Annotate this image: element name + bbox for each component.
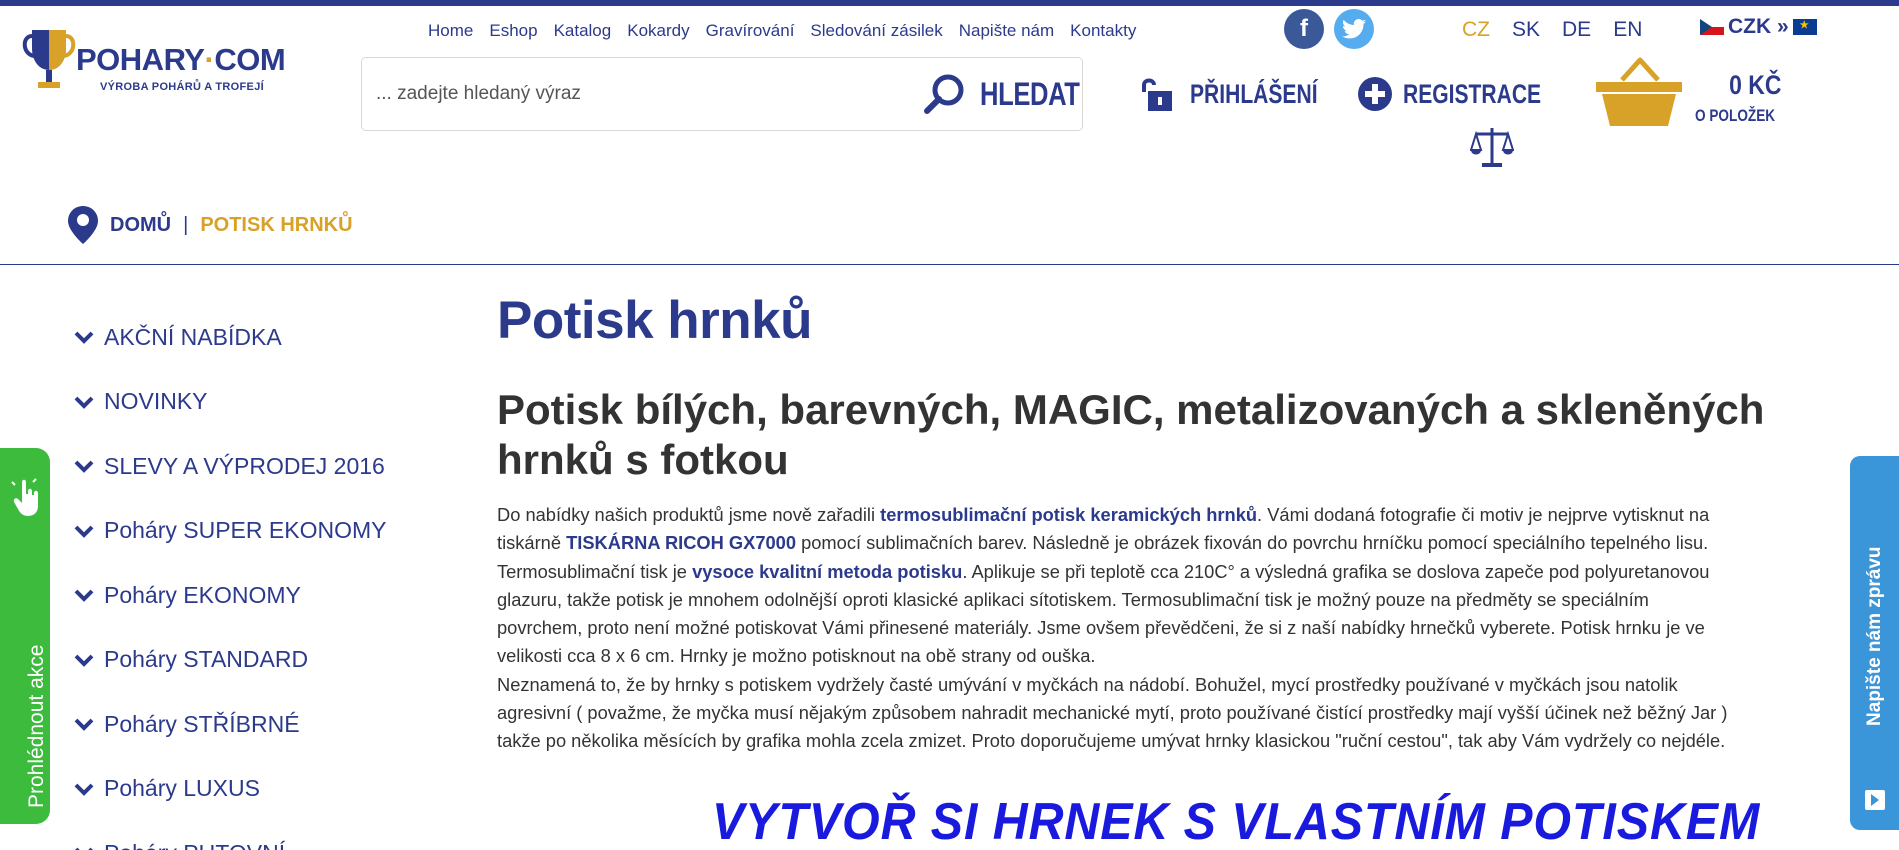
sidebar-item-super-ekonomy[interactable]: Poháry SUPER EKONOMY (74, 499, 386, 564)
link-kvalitni-metoda[interactable]: vysoce kvalitní metoda potisku (692, 561, 962, 582)
search-button[interactable]: HLEDAT (922, 66, 1104, 122)
compare-scales-icon[interactable] (1470, 126, 1514, 168)
site-logo[interactable]: POHARY·COM VÝROBA POHÁRŮ A TROFEJÍ (20, 26, 286, 96)
sidebar-item-label: Poháry STŘÍBRNÉ (104, 710, 300, 737)
sidebar-item-slevy[interactable]: SLEVY A VÝPRODEJ 2016 (74, 434, 386, 499)
top-border (0, 0, 1899, 6)
sidebar-item-ekonomy[interactable]: Poháry EKONOMY (74, 563, 386, 628)
chevron-down-icon (74, 589, 94, 603)
search-button-label: HLEDAT (980, 75, 1080, 112)
text-line: tiskárně TISKÁRNA RICOH GX7000 pomocí su… (497, 532, 1709, 554)
eu-flag-icon[interactable] (1792, 19, 1817, 35)
chevron-down-icon (74, 783, 94, 796)
text-line: povrchem, proto není možné potiskovat Vá… (497, 617, 1705, 639)
promo-banner[interactable]: VYTVOŘ SI HRNEK S VLASTNÍM POTISKEM (712, 792, 1760, 850)
facebook-icon[interactable]: f (1284, 9, 1324, 49)
social-links: f (1284, 9, 1374, 49)
text-line: Neznamená to, že by hrnky s potiskem vyd… (497, 673, 1678, 695)
nav-eshop[interactable]: Eshop (489, 21, 537, 41)
promo-side-tab[interactable]: Prohlédnout akce (0, 448, 50, 824)
nav-katalog[interactable]: Katalog (554, 21, 612, 41)
send-icon (1865, 790, 1885, 810)
description-text: Do nabídky našich produktů jsme nově zař… (497, 501, 1865, 756)
currency-label: CZK » (1728, 15, 1789, 38)
text-line: glazuru, takže potisk je mnohem odolnějš… (497, 588, 1649, 610)
nav-sledovani-zasilek[interactable]: Sledování zásilek (810, 21, 942, 41)
sidebar-item-putovni[interactable]: Poháry PUTOVNÍ (74, 821, 386, 850)
currency-switcher[interactable]: CZK » (1700, 15, 1817, 39)
sidebar-item-label: SLEVY A VÝPRODEJ 2016 (104, 452, 385, 479)
nav-gravirovani[interactable]: Gravírování (706, 21, 795, 41)
lang-cz[interactable]: CZ (1462, 18, 1490, 42)
nav-kontakty[interactable]: Kontakty (1070, 21, 1136, 41)
category-sidebar: AKČNÍ NABÍDKA NOVINKY SLEVY A VÝPRODEJ 2… (74, 305, 386, 850)
search-box: HLEDAT (361, 57, 1083, 131)
sidebar-item-standard[interactable]: Poháry STANDARD (74, 628, 386, 693)
message-tab-label: Napište nám zprávu (1864, 546, 1885, 727)
text-line: Do nabídky našich produktů jsme nově zař… (497, 504, 1710, 525)
lang-de[interactable]: DE (1562, 18, 1591, 42)
link-tiskarna-ricoh[interactable]: TISKÁRNA RICOH GX7000 (566, 532, 796, 553)
text-line: takže po několika měsících by grafika mo… (497, 730, 1726, 752)
chevron-down-icon (74, 331, 94, 345)
breadcrumb-current: POTISK HRNKŮ (200, 213, 353, 236)
plus-circle-icon (1358, 77, 1392, 111)
language-switcher: CZ SK DE EN (1462, 18, 1642, 42)
logo-wordmark: POHARY·COM (76, 42, 286, 77)
sidebar-item-label: Poháry LUXUS (104, 775, 260, 802)
login-link[interactable]: PŘIHLÁŠENÍ (1140, 76, 1354, 112)
nav-home[interactable]: Home (428, 21, 473, 41)
location-pin-icon (68, 206, 98, 244)
main-content: Potisk hrnků Potisk bílých, barevných, M… (497, 290, 1857, 756)
nav-kokardy[interactable]: Kokardy (627, 21, 689, 41)
chevron-down-icon (74, 654, 94, 667)
basket-icon[interactable] (1596, 56, 1682, 130)
register-link[interactable]: REGISTRACE (1357, 76, 1580, 112)
sidebar-item-novinky[interactable]: NOVINKY (74, 370, 386, 435)
sidebar-item-label: NOVINKY (104, 388, 208, 415)
chevron-down-icon (74, 525, 94, 538)
promo-tab-label: Prohlédnout akce (25, 644, 48, 808)
sidebar-item-label: Poháry PUTOVNÍ (104, 840, 285, 850)
logo-tagline: VÝROBA POHÁRŮ A TROFEJÍ (100, 81, 264, 93)
sidebar-item-label: Poháry STANDARD (104, 646, 309, 673)
czech-flag-icon (1700, 19, 1724, 35)
link-termosublimacni-potisk[interactable]: termosublimační potisk keramických hrnků (880, 504, 1257, 525)
lang-sk[interactable]: SK (1512, 18, 1540, 42)
sidebar-item-luxus[interactable]: Poháry LUXUS (74, 757, 386, 822)
cart-total[interactable]: 0 KČ (1700, 70, 1811, 101)
top-navigation: Home Eshop Katalog Kokardy Gravírování S… (428, 21, 1152, 41)
sidebar-item-label: Poháry SUPER EKONOMY (104, 517, 387, 544)
chevron-down-icon (75, 847, 93, 850)
search-input[interactable] (376, 78, 876, 110)
sidebar-item-label: AKČNÍ NABÍDKA (104, 323, 282, 350)
cart-item-count[interactable]: O POLOŽEK (1695, 106, 1775, 126)
sidebar-item-stribrne[interactable]: Poháry STŘÍBRNÉ (74, 692, 386, 757)
text-line: velikosti cca 8 x 6 cm. Hrnky je možno p… (497, 645, 1096, 667)
breadcrumb-separator: | (183, 213, 189, 236)
sidebar-item-akcni-nabidka[interactable]: AKČNÍ NABÍDKA (74, 305, 386, 370)
nav-napiste-nam[interactable]: Napište nám (959, 21, 1054, 41)
trophy-logo-icon (22, 30, 76, 88)
header-divider (0, 264, 1899, 265)
search-icon (924, 74, 964, 114)
chevron-down-icon (74, 718, 94, 732)
chevron-down-icon (74, 396, 94, 409)
register-label: REGISTRACE (1403, 78, 1542, 109)
lang-en[interactable]: EN (1613, 18, 1642, 42)
breadcrumb-home[interactable]: DOMŮ (110, 214, 171, 237)
unlock-icon (1142, 78, 1172, 111)
text-line: agresivní ( považme, že myčka musí nějak… (497, 702, 1728, 724)
breadcrumb: DOMŮ | POTISK HRNKŮ (68, 206, 353, 244)
sidebar-item-label: Poháry EKONOMY (104, 581, 301, 608)
page-title: Potisk hrnků (497, 291, 813, 350)
login-label: PŘIHLÁŠENÍ (1190, 78, 1318, 109)
page-subtitle: Potisk bílých, barevných, MAGIC, metaliz… (497, 386, 1765, 483)
pointing-hand-icon (11, 478, 38, 516)
text-line: Termosublimační tisk je vysoce kvalitní … (497, 560, 1710, 582)
chevron-down-icon (74, 460, 94, 474)
twitter-icon[interactable] (1334, 9, 1374, 49)
